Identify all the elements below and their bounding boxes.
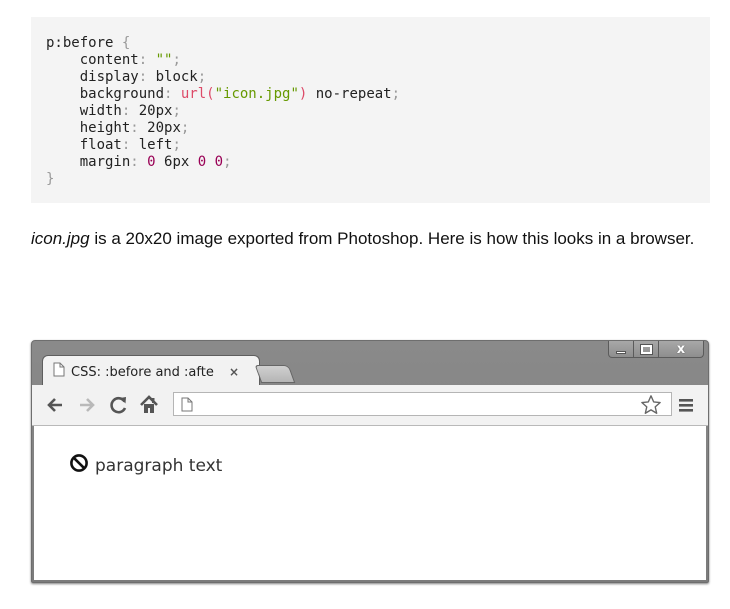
- css-url-string: "icon.jpg": [214, 86, 299, 102]
- code-line: margin: 0 6px 0 0;: [79, 154, 232, 170]
- close-brace: }: [46, 171, 55, 187]
- open-brace: {: [121, 35, 131, 51]
- page-icon: [181, 397, 193, 417]
- code-line: }: [46, 171, 710, 188]
- css-property: width: [79, 103, 122, 119]
- css-value: "": [155, 52, 173, 68]
- back-icon[interactable]: [44, 394, 66, 416]
- menu-icon[interactable]: [675, 394, 697, 416]
- code-line: height: 20px;: [79, 120, 190, 136]
- tab-title: CSS: :before and :afte: [71, 364, 214, 380]
- address-bar[interactable]: [173, 392, 672, 416]
- code-line: width: 20px;: [79, 103, 181, 119]
- browser-window: x CSS: :before and :afte × paragraph tex…: [31, 340, 709, 583]
- css-selector: p:before: [46, 35, 114, 51]
- page-icon: [53, 362, 65, 382]
- window-controls: x: [608, 341, 704, 360]
- minimize-button[interactable]: [608, 341, 634, 358]
- filename-italic: icon.jpg: [31, 229, 90, 248]
- maximize-icon: [639, 343, 653, 355]
- home-icon[interactable]: [138, 394, 160, 416]
- minimize-icon: [616, 350, 626, 354]
- description-paragraph: icon.jpg is a 20x20 image exported from …: [31, 224, 701, 253]
- tab-close-icon[interactable]: ×: [229, 365, 239, 379]
- browser-tab[interactable]: CSS: :before and :afte ×: [42, 355, 260, 386]
- prohibited-icon: [69, 453, 89, 478]
- window-close-button[interactable]: x: [659, 341, 704, 358]
- code-line: display: block;: [79, 69, 207, 85]
- new-tab-button[interactable]: [254, 365, 296, 383]
- css-property: display: [79, 69, 139, 85]
- close-icon: x: [676, 341, 686, 357]
- code-line: content: "";: [79, 52, 181, 68]
- css-value: no-repeat: [307, 86, 392, 102]
- code-line: float: left;: [79, 137, 181, 153]
- css-property: content: [79, 52, 139, 68]
- forward-icon[interactable]: [76, 394, 98, 416]
- code-line: background: url("icon.jpg") no-repeat;: [79, 86, 401, 102]
- star-icon[interactable]: [640, 394, 662, 416]
- rendered-paragraph: paragraph text: [69, 453, 222, 478]
- css-number: 0: [197, 154, 207, 170]
- css-value: 20px: [147, 120, 181, 136]
- css-property: height: [79, 120, 131, 136]
- browser-toolbar: [32, 385, 708, 426]
- css-property: margin: [79, 154, 131, 170]
- css-number: 0: [214, 154, 224, 170]
- css-property: float: [79, 137, 122, 153]
- code-line: p:before {: [46, 35, 710, 52]
- css-value: 20px: [138, 103, 173, 119]
- rendered-paragraph-text: paragraph text: [95, 455, 223, 476]
- paragraph-text: is a 20x20 image exported from Photoshop…: [89, 229, 695, 248]
- reload-icon[interactable]: [108, 394, 130, 416]
- code-block: p:before { content: ""; display: block; …: [31, 17, 710, 203]
- page-content: paragraph text: [34, 426, 706, 580]
- css-value: block: [155, 69, 198, 85]
- css-value: 6px: [164, 154, 190, 170]
- css-property: background: [79, 86, 165, 102]
- css-number: 0: [147, 154, 156, 170]
- css-value: left: [138, 137, 173, 153]
- maximize-button[interactable]: [634, 341, 659, 358]
- css-url-function: url(: [180, 86, 215, 102]
